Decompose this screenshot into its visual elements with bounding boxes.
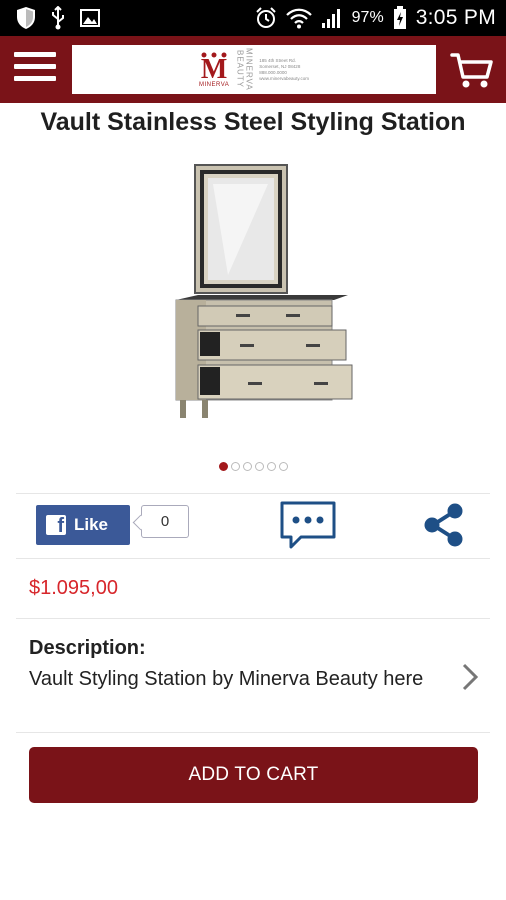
description-label: Description: bbox=[29, 637, 146, 659]
styling-station-image[interactable] bbox=[168, 160, 358, 425]
carousel-dot[interactable] bbox=[230, 462, 240, 471]
app-bar: M MINERVA MINERVA BEAUTY 185 4th Street … bbox=[0, 36, 506, 103]
chat-bubble-icon[interactable] bbox=[279, 500, 337, 550]
description-text: Vault Styling Station by Minerva Beauty … bbox=[29, 668, 424, 690]
like-label: Like bbox=[74, 515, 109, 534]
logo-subtext: MINERVA bbox=[199, 81, 230, 88]
divider bbox=[16, 558, 490, 559]
facebook-like-button[interactable]: f Like bbox=[36, 505, 130, 545]
carousel-dot[interactable] bbox=[254, 462, 264, 471]
carousel-dot[interactable] bbox=[278, 462, 288, 471]
facebook-icon: f bbox=[46, 515, 66, 536]
carousel-dot[interactable] bbox=[242, 462, 252, 471]
image-carousel-indicator bbox=[0, 462, 506, 471]
status-bar: 97% 3:05 PM bbox=[0, 0, 506, 36]
status-bar-right: 97% 3:05 PM bbox=[255, 6, 506, 30]
divider bbox=[16, 618, 490, 619]
alarm-icon bbox=[255, 7, 276, 28]
status-time: 3:05 PM bbox=[415, 6, 496, 29]
share-icon[interactable] bbox=[421, 502, 467, 548]
logo-vertical-text: MINERVA BEAUTY bbox=[235, 48, 254, 91]
image-icon bbox=[80, 9, 100, 27]
hamburger-menu-icon[interactable] bbox=[14, 52, 56, 86]
logo-mark: M MINERVA bbox=[199, 52, 229, 88]
usb-icon bbox=[52, 6, 64, 30]
product-price: $1.095,00 bbox=[29, 577, 118, 599]
shield-icon bbox=[17, 7, 35, 29]
wifi-icon bbox=[285, 8, 312, 29]
battery-percent: 97% bbox=[351, 9, 384, 26]
battery-charging-icon bbox=[393, 6, 406, 29]
status-bar-left bbox=[0, 6, 100, 30]
signal-icon bbox=[321, 9, 340, 28]
logo-letter: M bbox=[200, 53, 228, 85]
like-count: 0 bbox=[141, 505, 189, 538]
divider bbox=[16, 493, 490, 494]
divider bbox=[16, 732, 490, 733]
shopping-cart-icon[interactable] bbox=[450, 52, 494, 90]
add-to-cart-button[interactable]: ADD TO CART bbox=[29, 747, 478, 803]
brand-logo[interactable]: M MINERVA MINERVA BEAUTY 185 4th Street … bbox=[72, 45, 436, 94]
logo-address-line: www.minervabeauty.com bbox=[259, 75, 309, 81]
product-title: Vault Stainless Steel Styling Station bbox=[40, 108, 466, 136]
carousel-dot-active[interactable] bbox=[218, 462, 228, 471]
chevron-right-icon[interactable] bbox=[459, 662, 481, 692]
carousel-dot[interactable] bbox=[266, 462, 276, 471]
logo-address: 185 4th Street Rd. Somerset, NJ 08428 88… bbox=[259, 58, 309, 82]
